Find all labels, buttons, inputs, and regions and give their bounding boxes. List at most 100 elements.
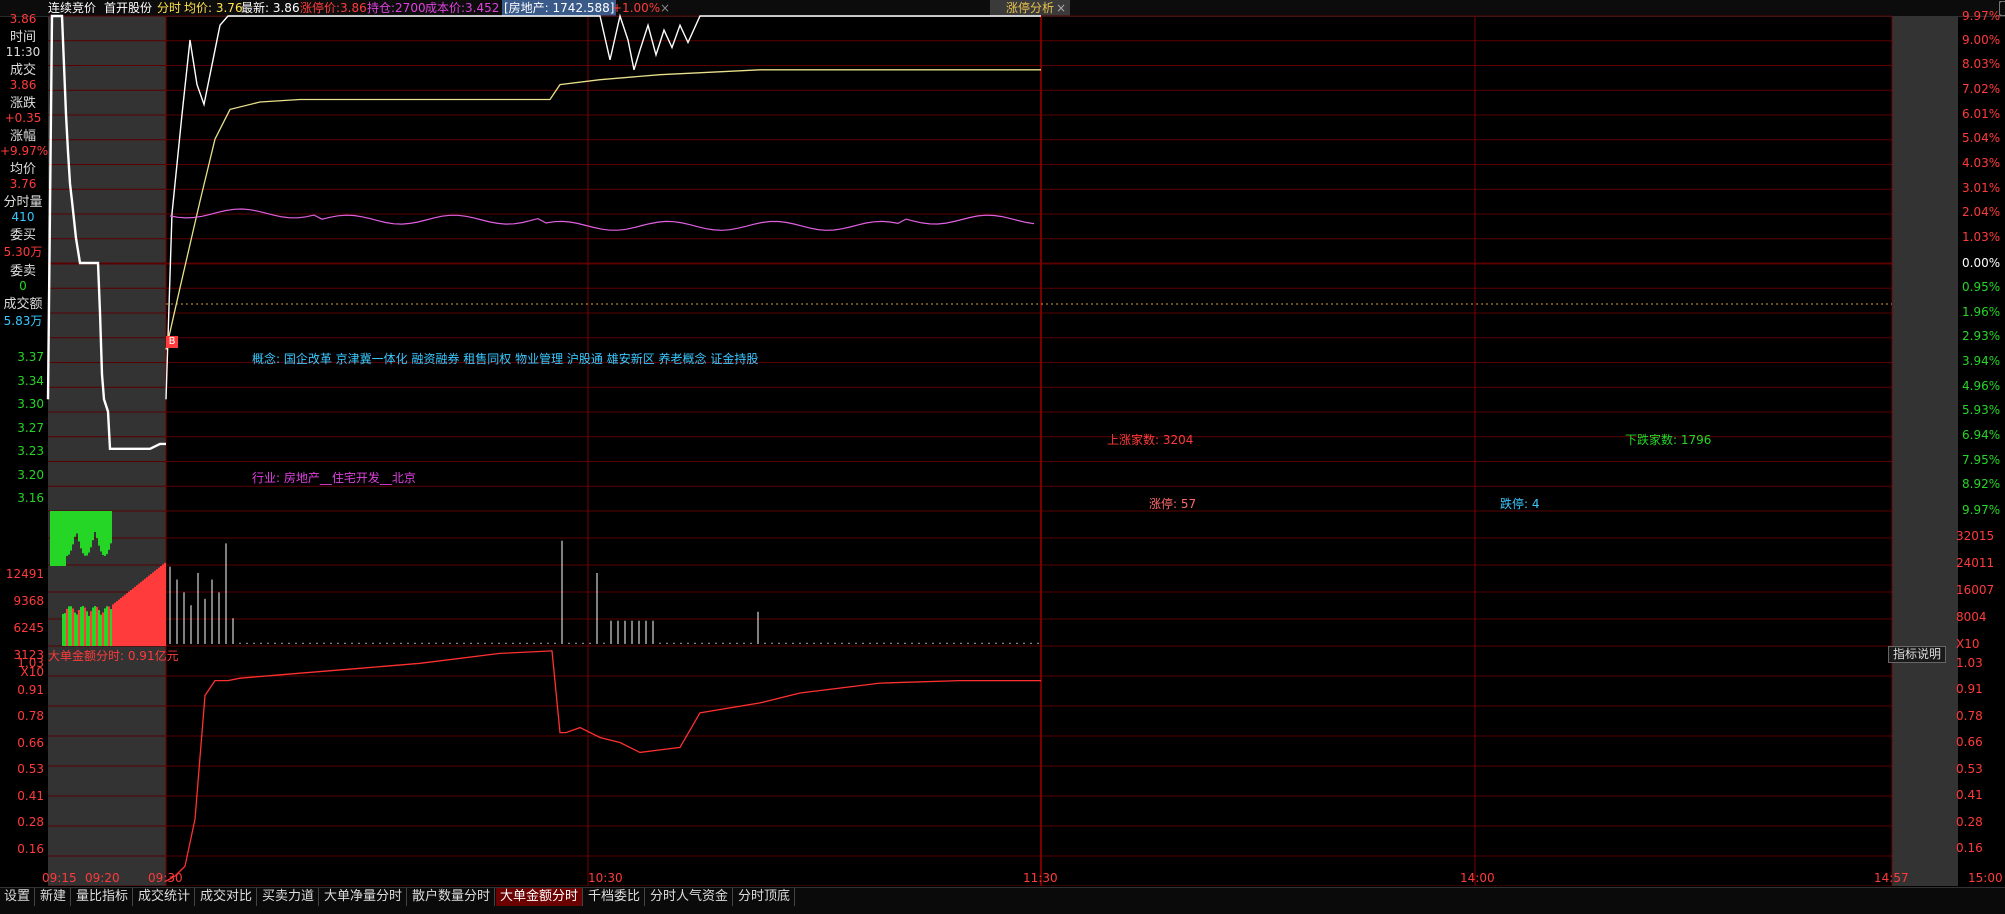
- auction-bar: [64, 613, 66, 646]
- price-line: [165, 13, 1041, 400]
- auction-bar: [158, 567, 160, 646]
- auction-bar: [114, 602, 116, 646]
- volume-bars: [50, 511, 1039, 646]
- auction-bar: [80, 511, 82, 549]
- big-order-tick-label: 1.03: [17, 656, 44, 670]
- big-order-tick-label: 0.53: [17, 762, 44, 776]
- indicator-explain-button[interactable]: 指标说明: [1888, 646, 1946, 663]
- auction-bar: [90, 511, 92, 548]
- auction-bar: [154, 570, 156, 646]
- time-tick-label: 09:30: [148, 871, 183, 885]
- limit-up-count-text: 涨停: 57: [1149, 497, 1197, 511]
- big-order-tick-label: 0.53: [1956, 761, 1983, 776]
- time-tick-label: 14:57: [1874, 871, 1909, 885]
- auction-bar: [124, 594, 126, 646]
- auction-bar: [118, 599, 120, 646]
- tab-2[interactable]: 量比指标: [72, 888, 134, 906]
- big-order-tick-label: 0.66: [1956, 735, 1983, 749]
- volume-tick-label: 12491: [5, 567, 44, 581]
- auction-bar: [140, 582, 142, 646]
- big-order-tick-label: 0.16: [17, 841, 44, 856]
- auction-bar: [64, 511, 66, 566]
- tab-11[interactable]: 分时顶底: [734, 888, 796, 906]
- auction-bar: [84, 607, 86, 646]
- up-count-text: 上涨家数: 3204: [1107, 433, 1194, 447]
- big-order-tick-label: 0.41: [17, 788, 44, 803]
- auction-bar: [62, 511, 64, 566]
- tab-6[interactable]: 大单净量分时: [320, 888, 408, 906]
- auction-bar: [62, 613, 64, 646]
- big-order-tick-label: 0.91: [1956, 682, 1983, 696]
- auction-bar: [76, 511, 78, 534]
- auction-bar: [98, 610, 100, 646]
- auction-bar: [162, 564, 164, 646]
- auction-bar: [104, 608, 106, 646]
- auction-bar: [148, 575, 150, 646]
- time-tick-label: 11:30: [1023, 871, 1058, 885]
- down-count-text: 下跌家数: 1796: [1625, 433, 1712, 447]
- tab-7[interactable]: 散户数量分时: [408, 888, 496, 906]
- auction-bar: [116, 601, 118, 646]
- auction-bar: [86, 511, 88, 556]
- auction-bar: [152, 572, 154, 646]
- volume-tick-label: 32015: [1956, 529, 1995, 543]
- auction-bar: [82, 606, 84, 646]
- auction-bar: [132, 588, 134, 646]
- auction-bar: [108, 511, 110, 550]
- auction-bar: [82, 511, 84, 554]
- big-order-tick-label: 0.16: [1956, 841, 1983, 855]
- tab-1[interactable]: 新建: [36, 888, 72, 906]
- auction-bar: [88, 615, 90, 646]
- auction-bar: [130, 590, 132, 646]
- auction-bar: [60, 511, 62, 566]
- auction-bar: [68, 511, 70, 555]
- tab-8[interactable]: 大单金额分时: [496, 888, 584, 906]
- tab-5[interactable]: 买卖力道: [258, 888, 320, 906]
- auction-bar: [92, 511, 94, 541]
- time-tick-label: 09:20: [85, 871, 120, 885]
- auction-bar: [72, 511, 74, 545]
- post-close-zone: [1892, 16, 1958, 886]
- auction-bar: [98, 511, 100, 546]
- tab-0[interactable]: 设置: [0, 888, 36, 906]
- tab-3[interactable]: 成交统计: [134, 888, 196, 906]
- auction-bar: [96, 606, 98, 646]
- time-tick-label: 10:30: [588, 871, 623, 885]
- auction-bar: [90, 611, 92, 646]
- auction-bar: [96, 511, 98, 539]
- tab-4[interactable]: 成交对比: [196, 888, 258, 906]
- big-order-tick-label: 1.03: [1956, 655, 1983, 670]
- auction-bar: [134, 586, 136, 646]
- auction-bar: [156, 569, 158, 646]
- auction-bar: [150, 574, 152, 646]
- buy-marker[interactable]: B: [166, 336, 178, 348]
- auction-bar: [94, 606, 96, 646]
- auction-bar: [52, 511, 54, 566]
- big-order-tick-label: 0.66: [17, 735, 44, 750]
- auction-bar: [100, 614, 102, 646]
- chart-lines: [46, 13, 1041, 882]
- auction-bar: [142, 580, 144, 646]
- volume-tick-label: 9368: [13, 594, 44, 608]
- auction-bar: [92, 607, 94, 646]
- auction-bar: [100, 511, 102, 552]
- auction-bar: [106, 511, 108, 555]
- auction-bar: [126, 593, 128, 646]
- volume-tick-label: 16007: [1956, 583, 1995, 597]
- time-tick-label: 14:00: [1460, 871, 1495, 885]
- chart-grid: [48, 15, 1893, 886]
- auction-bar: [70, 511, 72, 551]
- industry-text: 行业: 房地产__住宅开发__北京: [252, 471, 416, 485]
- auction-bar: [80, 606, 82, 646]
- auction-bar: [110, 511, 112, 544]
- auction-bar: [50, 511, 52, 566]
- auction-bar: [72, 608, 74, 646]
- auction-bar: [86, 611, 88, 646]
- auction-bar: [104, 511, 106, 556]
- auction-bar: [108, 606, 110, 646]
- limit-down-count-text: 跌停: 4: [1500, 497, 1540, 511]
- tab-9[interactable]: 千档委比: [584, 888, 646, 906]
- auction-bar: [56, 511, 58, 566]
- volume-tick-label: 8004: [1956, 610, 1987, 624]
- tab-10[interactable]: 分时人气资金: [646, 888, 734, 906]
